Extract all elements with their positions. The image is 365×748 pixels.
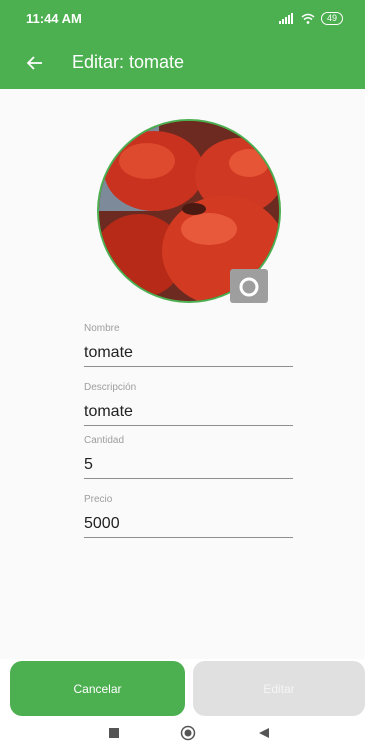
nombre-label: Nombre <box>84 323 120 334</box>
nombre-field[interactable]: Nombre tomate <box>84 323 293 367</box>
descripcion-label: Descripción <box>84 382 137 393</box>
circle-icon <box>180 725 196 741</box>
nombre-input[interactable]: tomate <box>84 343 293 367</box>
precio-input[interactable]: 5000 <box>84 514 293 538</box>
square-icon <box>109 728 119 738</box>
status-icons: 49 <box>278 11 343 25</box>
cantidad-input[interactable]: 5 <box>84 455 293 479</box>
cancel-button[interactable]: Cancelar <box>10 661 185 716</box>
triangle-back-icon <box>259 728 269 738</box>
battery-icon: 49 <box>320 11 343 25</box>
cantidad-label: Cantidad <box>84 435 125 446</box>
precio-label: Precio <box>84 494 113 505</box>
change-photo-button[interactable] <box>230 269 268 303</box>
edit-button[interactable]: Editar <box>193 661 365 716</box>
app-bar: Editar: tomate <box>0 36 365 89</box>
status-bar: 11:44 AM 49 <box>0 0 365 36</box>
precio-field[interactable]: Precio 5000 <box>84 494 293 538</box>
wifi-icon <box>301 13 315 24</box>
back-nav-button[interactable] <box>258 726 270 744</box>
descripcion-field[interactable]: Descripción tomate <box>84 382 293 426</box>
status-time: 11:44 AM <box>26 10 82 26</box>
signal-icon <box>278 12 293 24</box>
product-image-container <box>97 119 281 303</box>
recents-button[interactable] <box>108 726 120 744</box>
page-title: Editar: tomate <box>72 52 185 72</box>
camera-icon <box>239 277 259 297</box>
cantidad-field[interactable]: Cantidad 5 <box>84 435 293 479</box>
edit-form-content: Nombre tomate Descripción tomate Cantida… <box>0 89 365 659</box>
descripcion-input[interactable]: tomate <box>84 402 293 426</box>
system-nav-bar <box>0 718 365 748</box>
back-button[interactable] <box>24 52 46 74</box>
home-button[interactable] <box>180 725 196 746</box>
arrow-left-icon <box>27 55 42 70</box>
